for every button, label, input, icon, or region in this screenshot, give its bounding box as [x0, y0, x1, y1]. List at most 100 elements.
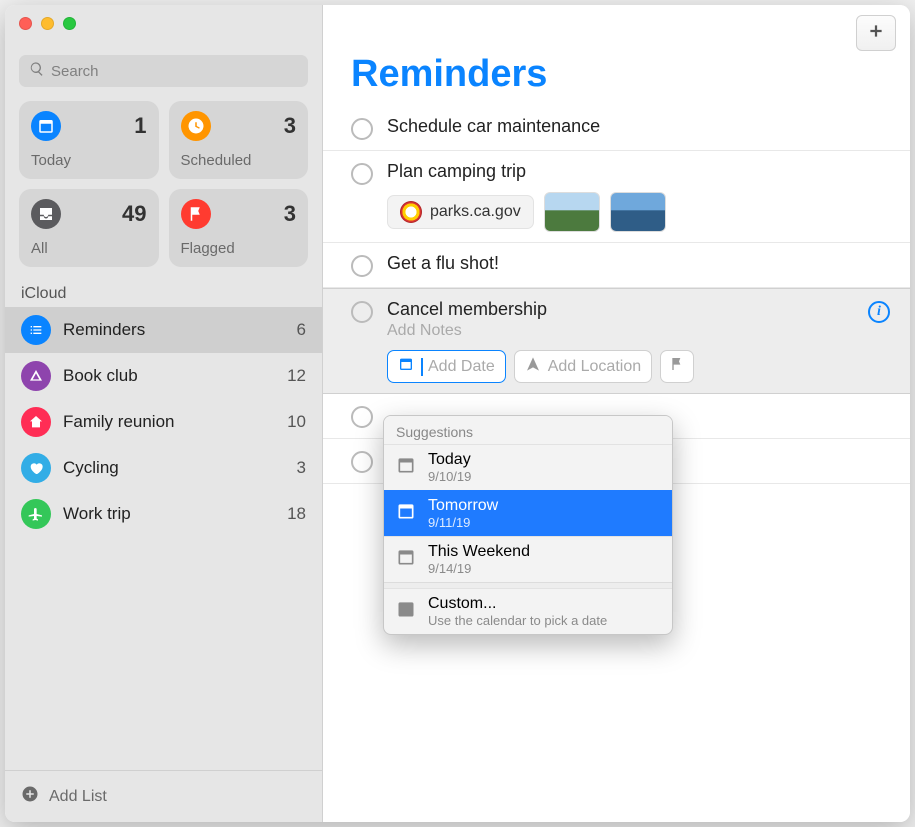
house-icon [21, 407, 51, 437]
search-icon [29, 61, 51, 82]
reminder-title: Get a flu shot! [387, 253, 892, 274]
smart-scheduled[interactable]: 3 Scheduled [169, 101, 309, 179]
suggestion-today[interactable]: Today 9/10/19 [384, 444, 672, 490]
sidebar-item-bookclub[interactable]: Book club 12 [5, 353, 322, 399]
suggestion-tomorrow[interactable]: Tomorrow 9/11/19 [384, 490, 672, 536]
list-title: Reminders [323, 5, 910, 106]
section-label: iCloud [5, 277, 322, 307]
attachments: parks.ca.gov [387, 192, 892, 232]
list-count: 18 [287, 504, 306, 524]
smart-label: Today [31, 152, 147, 169]
list-name: Cycling [63, 458, 285, 478]
smart-today[interactable]: 1 Today [19, 101, 159, 179]
flag-chip[interactable] [660, 350, 694, 383]
popover-header: Suggestions [384, 416, 672, 444]
smart-count: 1 [134, 113, 146, 139]
plane-icon [21, 499, 51, 529]
image-attachment[interactable] [544, 192, 600, 232]
calendar-icon [396, 501, 416, 526]
suggestion-subtitle: Use the calendar to pick a date [428, 613, 607, 628]
smart-count: 49 [122, 201, 146, 227]
notes-placeholder[interactable]: Add Notes [387, 322, 892, 340]
tray-icon [31, 199, 61, 229]
search-field[interactable] [19, 55, 308, 87]
suggestion-title: Today [428, 451, 471, 469]
calendar-icon [396, 455, 416, 480]
smart-label: Flagged [181, 240, 297, 257]
info-button[interactable]: i [868, 301, 890, 323]
minimize-window-button[interactable] [41, 17, 54, 30]
smart-flagged[interactable]: 3 Flagged [169, 189, 309, 267]
list-name: Family reunion [63, 412, 275, 432]
list-count: 6 [297, 320, 306, 340]
image-attachment[interactable] [610, 192, 666, 232]
list-count: 10 [287, 412, 306, 432]
location-icon [525, 356, 541, 377]
clock-icon [181, 111, 211, 141]
sidebar-item-cycling[interactable]: Cycling 3 [5, 445, 322, 491]
reminder-title: Schedule car maintenance [387, 116, 892, 137]
flag-icon [669, 356, 685, 377]
suggestion-title: This Weekend [428, 543, 530, 561]
smart-count: 3 [284, 201, 296, 227]
new-reminder-button[interactable] [856, 15, 896, 51]
chip-label: Add Date [428, 358, 495, 376]
add-location-chip[interactable]: Add Location [514, 350, 652, 383]
link-attachment[interactable]: parks.ca.gov [387, 195, 534, 229]
plus-icon [867, 22, 885, 45]
heart-icon [21, 453, 51, 483]
complete-checkbox[interactable] [351, 451, 373, 473]
zoom-window-button[interactable] [63, 17, 76, 30]
sidebar-item-familyreunion[interactable]: Family reunion 10 [5, 399, 322, 445]
chip-label: Add Location [548, 358, 641, 376]
list-count: 3 [297, 458, 306, 478]
sidebar: 1 Today 3 Scheduled 49 [5, 5, 323, 822]
calendar-icon [396, 547, 416, 572]
suggestion-weekend[interactable]: This Weekend 9/14/19 [384, 536, 672, 582]
list-name: Work trip [63, 504, 275, 524]
tent-icon [21, 361, 51, 391]
add-list-label: Add List [49, 788, 107, 806]
smart-label: All [31, 240, 147, 257]
suggestion-custom[interactable]: Custom... Use the calendar to pick a dat… [384, 588, 672, 634]
calendar-icon [31, 111, 61, 141]
list-count: 12 [287, 366, 306, 386]
smart-count: 3 [284, 113, 296, 139]
add-list-button[interactable]: Add List [5, 770, 322, 822]
list-icon [21, 315, 51, 345]
date-suggestions-popover: Suggestions Today 9/10/19 Tomorrow 9/11/… [383, 415, 673, 635]
complete-checkbox[interactable] [351, 118, 373, 140]
close-window-button[interactable] [19, 17, 32, 30]
main: Reminders Schedule car maintenance Plan … [323, 5, 910, 822]
smart-label: Scheduled [181, 152, 297, 169]
complete-checkbox[interactable] [351, 255, 373, 277]
suggestion-title: Tomorrow [428, 497, 498, 515]
reminder-row[interactable]: Schedule car maintenance [323, 106, 910, 151]
complete-checkbox[interactable] [351, 406, 373, 428]
lists: Reminders 6 Book club 12 Family reunion … [5, 307, 322, 770]
suggestion-title: Custom... [428, 595, 607, 613]
suggestion-date: 9/10/19 [428, 469, 471, 484]
complete-checkbox[interactable] [351, 163, 373, 185]
suggestion-date: 9/14/19 [428, 561, 530, 576]
link-text: parks.ca.gov [430, 203, 521, 221]
sidebar-item-worktrip[interactable]: Work trip 18 [5, 491, 322, 537]
calendar-grid-icon [396, 599, 416, 624]
reminder-title[interactable]: Cancel membership [387, 299, 892, 320]
list-name: Book club [63, 366, 275, 386]
suggestion-date: 9/11/19 [428, 515, 498, 530]
complete-checkbox[interactable] [351, 301, 373, 323]
reminder-row[interactable]: Plan camping trip parks.ca.gov [323, 151, 910, 243]
search-input[interactable] [51, 63, 298, 80]
plus-circle-icon [21, 785, 39, 808]
add-date-chip[interactable]: Add Date [387, 350, 506, 383]
list-name: Reminders [63, 320, 285, 340]
reminder-row-editing[interactable]: Cancel membership Add Notes Add Date Add… [323, 288, 910, 394]
reminders-window: 1 Today 3 Scheduled 49 [5, 5, 910, 822]
reminder-row[interactable]: Get a flu shot! [323, 243, 910, 288]
sidebar-item-reminders[interactable]: Reminders 6 [5, 307, 322, 353]
smart-all[interactable]: 49 All [19, 189, 159, 267]
flag-icon [181, 199, 211, 229]
text-cursor [421, 358, 423, 376]
reminder-title: Plan camping trip [387, 161, 892, 182]
